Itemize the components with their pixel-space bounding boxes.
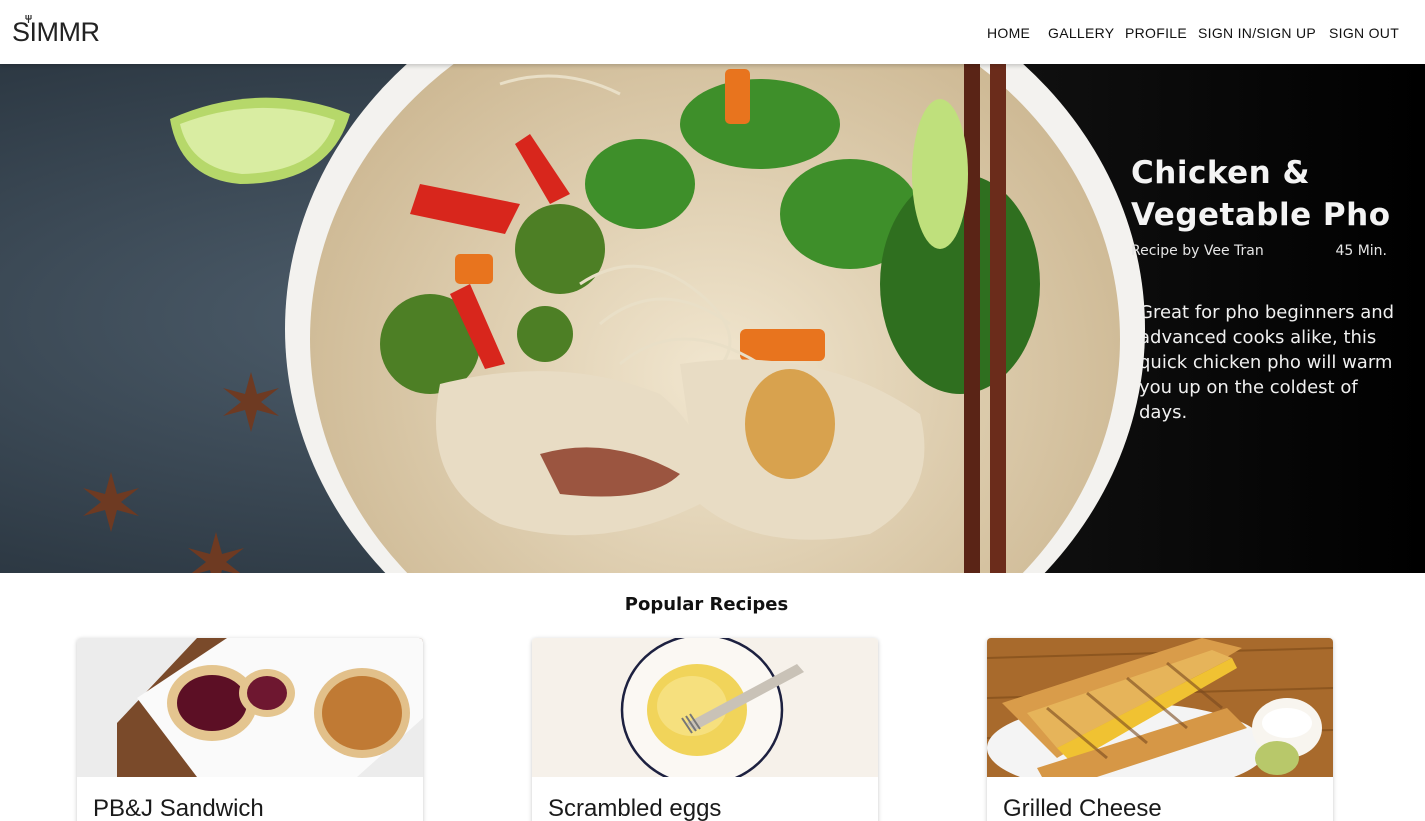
grilled-cheese-image <box>987 638 1333 777</box>
recipe-name[interactable]: Scrambled eggs <box>548 795 721 821</box>
scrambled-eggs-image <box>532 638 878 777</box>
popular-recipes-title: Popular Recipes <box>624 594 789 615</box>
hero-description: Great for pho beginners and advanced coo… <box>1139 302 1395 423</box>
nav-gallery[interactable]: GALLERY <box>1048 25 1114 41</box>
logo[interactable]: SIMMR <box>12 15 100 48</box>
recipe-card-grilled-cheese[interactable]: Grilled Cheese <box>987 638 1333 821</box>
recipe-card-pbj[interactable]: PB&J Sandwich <box>77 638 423 821</box>
hero-meta: Recipe by Vee Tran 45 Min. <box>1131 243 1387 259</box>
recipe-card-scrambled-eggs[interactable]: Scrambled eggs <box>532 638 878 821</box>
pbj-sandwich-image <box>77 638 423 777</box>
hero-title[interactable]: Chicken & Vegetable Pho <box>1131 152 1411 236</box>
recipe-name[interactable]: Grilled Cheese <box>1003 795 1162 821</box>
nav-profile[interactable]: PROFILE <box>1125 25 1187 41</box>
hero-banner[interactable]: Chicken & Vegetable Pho Recipe by Vee Tr… <box>0 64 1425 573</box>
nav-sign-out[interactable]: SIGN OUT <box>1329 25 1399 41</box>
hero-time: 45 Min. <box>1335 243 1387 259</box>
nav-sign-in-sign-up[interactable]: SIGN IN/SIGN UP <box>1198 25 1316 41</box>
recipe-name[interactable]: PB&J Sandwich <box>93 795 264 821</box>
fork-icon <box>25 15 32 23</box>
hero-author: Recipe by Vee Tran <box>1131 243 1264 259</box>
top-navbar: SIMMR HOME GALLERY PROFILE SIGN IN/SIGN … <box>0 0 1425 64</box>
nav-home[interactable]: HOME <box>987 25 1030 41</box>
